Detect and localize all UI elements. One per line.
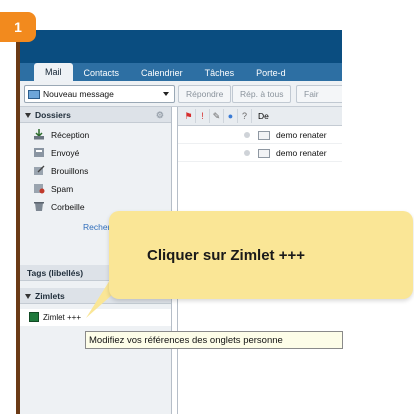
sender-cell: demo renater — [276, 148, 327, 158]
chevron-down-icon[interactable] — [163, 92, 169, 96]
sender-cell: demo renater — [276, 130, 327, 140]
unread-dot-icon — [244, 132, 250, 138]
tags-header-label: Tags (libellés) — [27, 267, 84, 278]
inbox-icon — [34, 129, 44, 140]
folder-inbox[interactable]: Réception — [20, 126, 171, 143]
collapse-triangle-icon — [25, 294, 31, 299]
envelope-icon — [258, 148, 270, 158]
unread-dot-icon — [244, 150, 250, 156]
zimlet-icon — [29, 312, 39, 322]
flag-icon[interactable]: ⚑ — [182, 109, 196, 123]
sent-icon — [34, 148, 44, 157]
envelope-icon — [258, 130, 270, 140]
forward-button[interactable]: Fair — [296, 85, 342, 103]
banner — [20, 30, 342, 63]
table-row[interactable]: demo renater — [178, 127, 342, 144]
tab-calendar[interactable]: Calendrier — [130, 64, 194, 81]
tutorial-screenshot: Mail Contacts Calendrier Tâches Porte-d … — [0, 0, 414, 414]
folder-spam[interactable]: Spam — [20, 180, 171, 197]
top-bar: Mail Contacts Calendrier Tâches Porte-d — [20, 30, 342, 81]
gear-icon[interactable]: ⚙ — [156, 110, 164, 121]
new-message-button[interactable]: Nouveau message — [24, 85, 175, 103]
zimlet-label: Zimlet +++ — [43, 313, 82, 322]
tab-tasks[interactable]: Tâches — [194, 64, 246, 81]
folder-label: Réception — [51, 129, 90, 140]
folder-label: Corbeille — [51, 201, 85, 212]
table-row[interactable]: demo renater — [178, 145, 342, 162]
instruction-callout: Cliquer sur Zimlet +++ — [109, 211, 413, 299]
drafts-icon — [34, 165, 45, 175]
from-column-header[interactable]: De — [258, 111, 269, 121]
attachment-icon[interactable]: ✎ — [210, 109, 224, 123]
new-mail-icon — [28, 90, 40, 99]
folders-header-label: Dossiers — [35, 109, 71, 120]
folder-label: Spam — [51, 183, 74, 194]
read-status-icon[interactable]: ● — [224, 109, 238, 123]
trash-icon — [34, 202, 44, 211]
callout-text: Cliquer sur Zimlet +++ — [147, 246, 305, 264]
collapse-triangle-icon — [25, 113, 31, 118]
type-icon[interactable]: ? — [238, 109, 252, 123]
folders-header[interactable]: Dossiers ⚙ — [20, 107, 171, 123]
zimlet-tooltip: Modifiez vos références des onglets pers… — [85, 331, 343, 349]
folder-sent[interactable]: Envoyé — [20, 144, 171, 161]
folder-label: Brouillons — [51, 165, 89, 176]
reply-all-button[interactable]: Rép. à tous — [232, 85, 292, 103]
tab-mail[interactable]: Mail — [34, 63, 73, 81]
folder-drafts[interactable]: Brouillons — [20, 162, 171, 179]
tab-briefcase[interactable]: Porte-d — [245, 64, 297, 81]
tab-contacts[interactable]: Contacts — [73, 64, 131, 81]
new-message-label: Nouveau message — [43, 89, 114, 99]
step-badge: 1 — [0, 12, 36, 42]
spam-icon — [34, 184, 45, 194]
reply-button[interactable]: Répondre — [178, 85, 232, 103]
app-tabs: Mail Contacts Calendrier Tâches Porte-d — [34, 63, 297, 81]
message-list-header: ⚑ ! ✎ ● ? De — [178, 107, 342, 126]
folder-label: Envoyé — [51, 147, 80, 158]
zimlets-header-label: Zimlets — [35, 290, 65, 301]
priority-icon[interactable]: ! — [196, 109, 210, 123]
mail-toolbar: Nouveau message Répondre Rép. à tous Fai… — [20, 81, 342, 107]
